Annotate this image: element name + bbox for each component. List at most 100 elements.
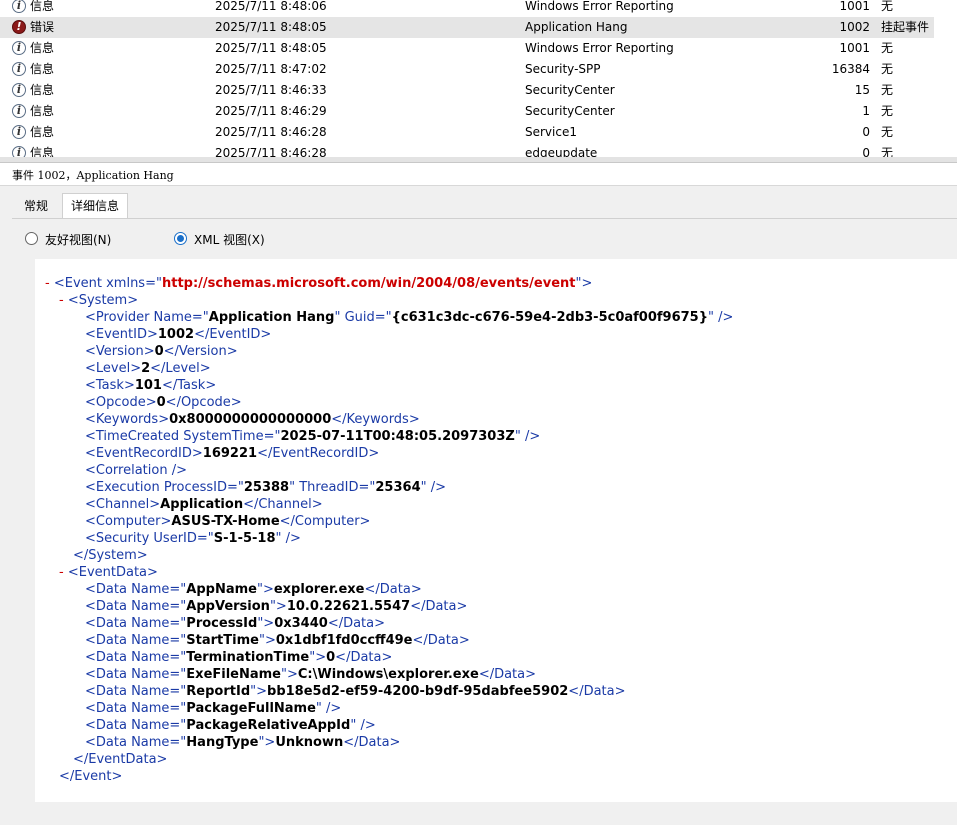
event-date: 2025/7/11 8:48:05	[215, 20, 327, 34]
info-icon	[12, 83, 26, 97]
xml-value: ASUS-TX-Home	[171, 514, 280, 529]
event-row[interactable]: 信息 2025/7/11 8:48:05 Windows Error Repor…	[0, 38, 957, 59]
friendly-view-label: 友好视图(N)	[45, 233, 112, 247]
event-row[interactable]: 信息 2025/7/11 8:46:33 SecurityCenter 15 无	[0, 80, 957, 101]
event-level: 错误	[30, 20, 55, 34]
event-level: 信息	[30, 62, 55, 76]
event-row[interactable]: 信息 2025/7/11 8:46:28 Service1 0 无	[0, 122, 957, 143]
xml-data-appversion: <Data Name="AppVersion">10.0.22621.5547<…	[85, 599, 468, 614]
event-id: 0	[862, 125, 870, 139]
event-id: 0	[862, 146, 870, 157]
info-icon	[12, 0, 26, 13]
event-task: 无	[881, 83, 894, 97]
xml-value: bb18e5d2-ef59-4200-b9df-95dabfee5902	[267, 684, 569, 699]
event-row-selected[interactable]: 错误 2025/7/11 8:48:05 Application Hang 10…	[0, 17, 934, 38]
event-row[interactable]: 信息 2025/7/11 8:46:28 edgeupdate 0 无	[0, 143, 957, 157]
event-source: Windows Error Reporting	[525, 0, 674, 13]
xml-data-processid: <Data Name="ProcessId">0x3440</Data>	[85, 616, 386, 631]
xml-eventdata-close: </EventData>	[73, 752, 168, 767]
details-header: 事件 1002，Application Hang	[0, 163, 957, 186]
event-id: 15	[854, 83, 870, 97]
xml-value: 0x1dbf1fd0ccff49e	[275, 633, 413, 648]
event-date: 2025/7/11 8:46:28	[215, 125, 327, 139]
xml-eventid: <EventID>1002</EventID>	[85, 327, 272, 342]
info-icon	[12, 41, 26, 55]
xml-keywords: <Keywords>0x8000000000000000</Keywords>	[85, 412, 420, 427]
xml-provider: <Provider Name="Application Hang" Guid="…	[85, 310, 734, 325]
xml-event-open: - <Event xmlns="http://schemas.microsoft…	[45, 276, 593, 291]
xml-data-exefilename: <Data Name="ExeFileName">C:\Windows\expl…	[85, 667, 537, 682]
event-date: 2025/7/11 8:46:28	[215, 146, 327, 157]
xml-value: 0	[156, 395, 166, 410]
xml-data-terminationtime: <Data Name="TerminationTime">0</Data>	[85, 650, 393, 665]
event-task: 无	[881, 0, 894, 13]
xml-execution: <Execution ProcessID="25388" ThreadID="2…	[85, 480, 447, 495]
xml-view-label: XML 视图(X)	[194, 233, 265, 247]
xml-data-starttime: <Data Name="StartTime">0x1dbf1fd0ccff49e…	[85, 633, 470, 648]
event-source: Service1	[525, 125, 577, 139]
xml-timecreated: <TimeCreated SystemTime="2025-07-11T00:4…	[85, 429, 541, 444]
xml-security: <Security UserID="S-1-5-18" />	[85, 531, 301, 546]
event-level: 信息	[30, 0, 55, 13]
xml-system-close: </System>	[73, 548, 148, 563]
xml-computer: <Computer>ASUS-TX-Home</Computer>	[85, 514, 371, 529]
collapse-toggle[interactable]: -	[59, 293, 64, 308]
xml-value: Unknown	[275, 735, 344, 750]
event-row[interactable]: 信息 2025/7/11 8:48:06 Windows Error Repor…	[0, 0, 957, 17]
event-id: 16384	[831, 62, 870, 76]
event-row[interactable]: 信息 2025/7/11 8:46:29 SecurityCenter 1 无	[0, 101, 957, 122]
xml-value: 2	[141, 361, 151, 376]
xml-value: 0x3440	[274, 616, 328, 631]
error-icon	[12, 20, 26, 34]
xml-data-packagefullname: <Data Name="PackageFullName" />	[85, 701, 342, 716]
xml-value: S-1-5-18	[213, 531, 276, 546]
event-id: 1001	[839, 41, 870, 55]
event-source: Windows Error Reporting	[525, 41, 674, 55]
event-level: 信息	[30, 146, 55, 157]
xml-value: 25388	[243, 480, 290, 495]
event-level: 信息	[30, 104, 55, 118]
radio-unchecked-icon	[25, 232, 38, 245]
xml-value: {c631c3dc-c676-59e4-2db3-5c0af00f9675}	[391, 310, 708, 325]
xml-data-packagerelativeappid: <Data Name="PackageRelativeAppId" />	[85, 718, 376, 733]
event-date: 2025/7/11 8:48:05	[215, 41, 327, 55]
event-source: edgeupdate	[525, 146, 598, 157]
event-task: 无	[881, 41, 894, 55]
collapse-toggle[interactable]: -	[45, 276, 50, 291]
xml-data-reportid: <Data Name="ReportId">bb18e5d2-ef59-4200…	[85, 684, 626, 699]
info-icon	[12, 125, 26, 139]
xml-value: C:\Windows\explorer.exe	[297, 667, 479, 682]
tab-details[interactable]: 详细信息	[62, 193, 128, 219]
event-task: 挂起事件	[881, 20, 930, 34]
event-task: 无	[881, 104, 894, 118]
collapse-toggle[interactable]: -	[59, 565, 64, 580]
xml-value: Application	[160, 497, 244, 512]
xml-viewer[interactable]: - <Event xmlns="http://schemas.microsoft…	[35, 259, 957, 802]
xml-value: 10.0.22621.5547	[286, 599, 411, 614]
event-id: 1001	[839, 0, 870, 13]
event-task: 无	[881, 146, 894, 157]
xml-task: <Task>101</Task>	[85, 378, 217, 393]
xml-opcode: <Opcode>0</Opcode>	[85, 395, 242, 410]
xml-namespace: http://schemas.microsoft.com/win/2004/08…	[161, 276, 576, 291]
radio-checked-icon	[174, 232, 187, 245]
xml-eventdata-open: - <EventData>	[59, 565, 158, 580]
event-source: SecurityCenter	[525, 104, 615, 118]
xml-correlation: <Correlation />	[85, 463, 187, 478]
event-row[interactable]: 信息 2025/7/11 8:47:02 Security-SPP 16384 …	[0, 59, 957, 80]
xml-value: 0	[154, 344, 164, 359]
xml-value: 0	[326, 650, 336, 665]
event-date: 2025/7/11 8:46:33	[215, 83, 327, 97]
details-title: 事件 1002，Application Hang	[12, 169, 174, 182]
event-source: SecurityCenter	[525, 83, 615, 97]
xml-value: explorer.exe	[273, 582, 365, 597]
event-id: 1	[862, 104, 870, 118]
info-icon	[12, 62, 26, 76]
xml-version: <Version>0</Version>	[85, 344, 238, 359]
info-icon	[12, 146, 26, 157]
tab-general[interactable]: 常规	[16, 194, 56, 218]
xml-data-appname: <Data Name="AppName">explorer.exe</Data>	[85, 582, 422, 597]
xml-data-hangtype: <Data Name="HangType">Unknown</Data>	[85, 735, 401, 750]
event-task: 无	[881, 62, 894, 76]
info-icon	[12, 104, 26, 118]
